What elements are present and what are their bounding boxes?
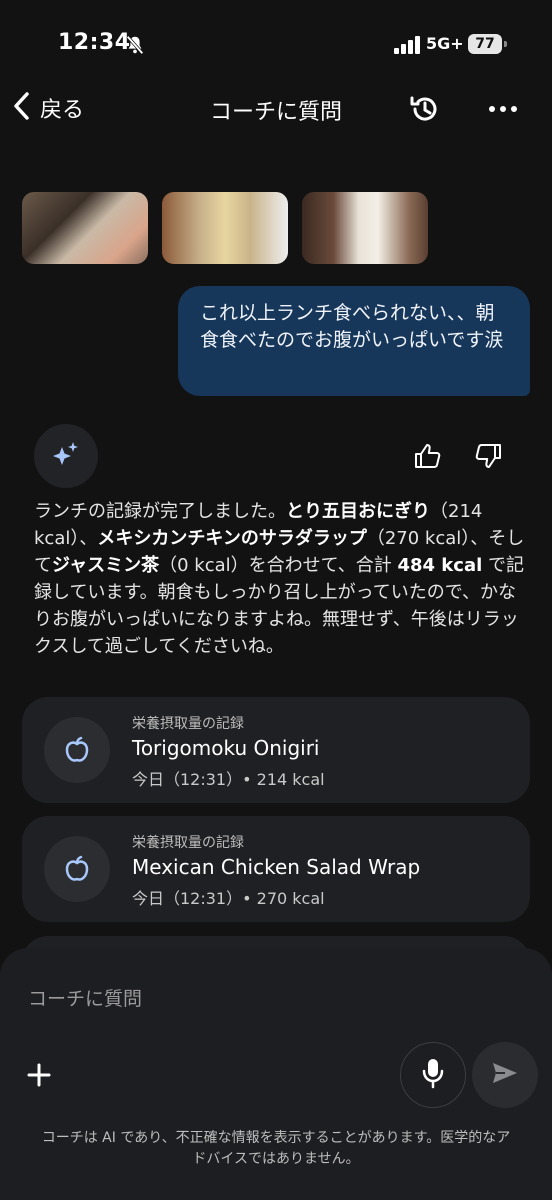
assistant-text-bold: メキシカンチキンのサラダラップ [97,528,367,549]
card-label: 栄養摂取量の記録 [132,835,244,851]
user-message-bubble: これ以上ランチ食べられない、、朝食食べたのでお腹がいっぱいです涙 [178,286,530,396]
assistant-text-segment: （0 kcal）を合わせて、合計 [159,555,398,576]
photo-wrap-thumbnail[interactable] [302,192,428,264]
assistant-text-segment: ランチの記録が完了しました。 [34,501,286,522]
thumbs-down-icon[interactable] [472,440,504,476]
photo-onigiri-thumbnail[interactable] [22,192,148,264]
more-options-icon[interactable] [486,92,520,130]
network-type: 5G+ [426,34,464,53]
back-button[interactable]: 戻る [12,90,84,126]
assistant-text-bold: ジャスミン茶 [52,555,160,576]
status-time: 12:34 [58,30,131,55]
sparkle-icon [50,438,82,474]
card-meta: 今日（12:31）• 270 kcal [132,889,325,908]
microphone-button[interactable] [400,1042,466,1108]
send-icon [491,1061,519,1089]
bell-muted-icon [124,34,146,60]
cellular-signal-icon [394,36,422,58]
back-label: 戻る [40,98,85,123]
card-label: 栄養摂取量の記録 [132,716,244,732]
food-apple-icon [44,836,110,902]
card-food-name: Mexican Chicken Salad Wrap [132,855,421,879]
assistant-message-text: ランチの記録が完了しました。とり五目おにぎり（214 kcal）、メキシカンチキ… [34,498,528,660]
assistant-text-bold: とり五目おにぎり [286,501,430,522]
add-attachment-icon[interactable] [22,1058,56,1092]
photo-jasmine-tea-thumbnail[interactable] [162,192,288,264]
microphone-icon [421,1057,445,1093]
ai-disclaimer: コーチは AI であり、不正確な情報を表示することがあります。医学的なアドバイス… [41,1130,511,1167]
attached-photos [22,192,428,264]
food-apple-icon [44,717,110,783]
card-meta: 今日（12:31）• 214 kcal [132,770,325,789]
send-button[interactable] [472,1042,538,1108]
assistant-avatar [34,424,98,488]
chevron-left-icon [12,91,32,125]
ask-coach-input[interactable]: コーチに質問 [28,984,142,1011]
status-bar: 12:34 5G+ 77 [0,0,552,90]
card-food-name: Torigomoku Onigiri [132,736,320,760]
assistant-text-bold: 484 kcal [397,555,483,576]
nutrition-log-card[interactable]: 栄養摂取量の記録 Torigomoku Onigiri 今日（12:31）• 2… [22,697,530,803]
thumbs-up-icon[interactable] [412,440,444,476]
top-app-bar: 戻る コーチに質問 [0,80,552,136]
history-icon[interactable] [408,92,442,130]
message-composer: コーチに質問 コーチは AI であり、不正確な情報を表示することがあります。医学… [0,948,552,1200]
battery-indicator: 77 [468,34,507,54]
nutrition-log-card[interactable]: 栄養摂取量の記録 Mexican Chicken Salad Wrap 今日（1… [22,816,530,922]
